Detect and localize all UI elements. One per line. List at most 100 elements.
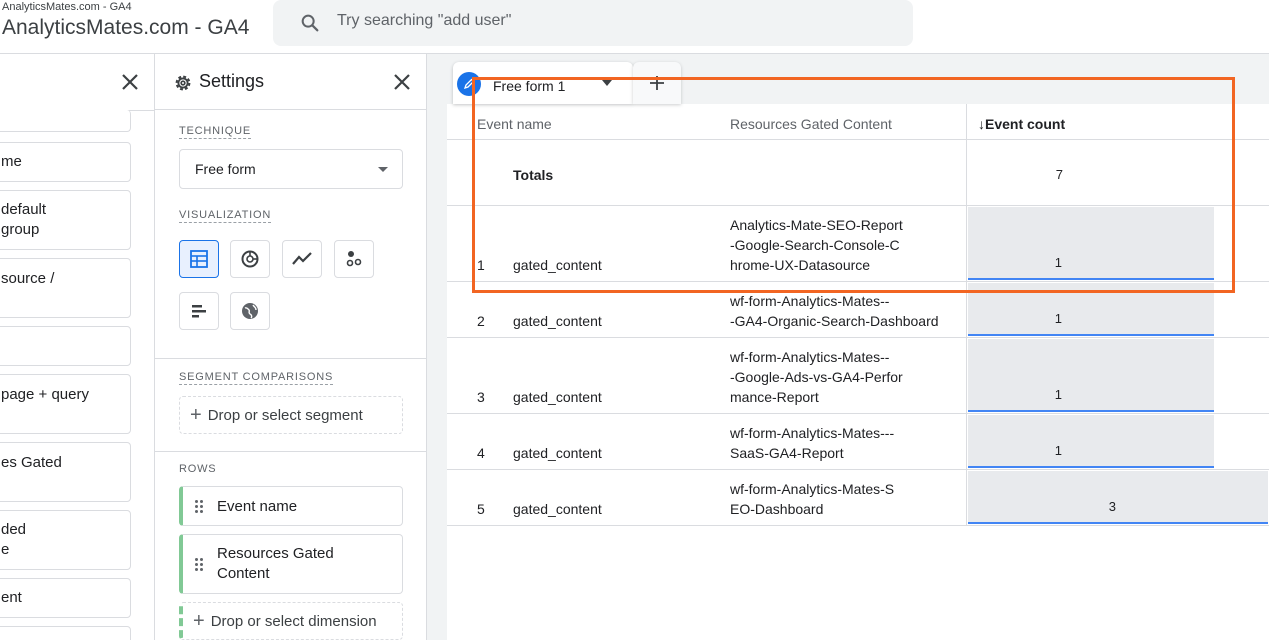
rows-label: ROWS — [179, 463, 217, 475]
resource-cell[interactable]: wf-form-Analytics-Mates-S EO-Dashboard — [730, 479, 910, 519]
segment-comparisons-label: SEGMENT COMPARISONS — [179, 371, 334, 385]
dimension-chip[interactable]: default group — [0, 190, 131, 250]
event-name-cell[interactable]: gated_content — [513, 311, 602, 331]
scatter-plot-icon — [346, 251, 362, 267]
column-header-event-count[interactable]: ↓Event count — [978, 116, 1065, 132]
search-input[interactable] — [337, 0, 877, 42]
scatter-viz-button[interactable] — [334, 240, 374, 278]
event-name-cell[interactable]: gated_content — [513, 387, 602, 407]
row-divider — [447, 337, 1269, 338]
sort-arrow-icon: ↓ — [978, 116, 985, 132]
row-divider — [447, 205, 1269, 206]
row-chip-event-name[interactable]: Event name — [179, 486, 403, 526]
column-header-resources-gated-content[interactable]: Resources Gated Content — [730, 116, 892, 132]
settings-title: Settings — [199, 71, 265, 91]
resource-cell[interactable]: Analytics-Mate-SEO-Report -Google-Search… — [730, 215, 910, 275]
bar-chart-icon — [192, 305, 206, 318]
event-count-value: 3 — [1108, 499, 1116, 514]
row-index: 3 — [477, 389, 485, 405]
row-index: 5 — [477, 501, 485, 517]
variables-panel: me default group source / page + query e… — [0, 54, 155, 640]
line-viz-button[interactable] — [282, 240, 322, 278]
tab-free-form-1[interactable]: Free form 1 — [453, 62, 633, 104]
row-divider — [447, 525, 1269, 526]
close-icon[interactable] — [390, 70, 414, 94]
row-chip-resources-gated-content[interactable]: Resources Gated Content — [179, 534, 403, 594]
column-header-event-name[interactable]: Event name — [477, 116, 552, 132]
column-divider — [966, 104, 967, 526]
drag-handle-icon[interactable] — [195, 557, 207, 571]
row-index: 4 — [477, 445, 485, 461]
totals-value: 7 — [1055, 167, 1063, 182]
row-divider — [447, 139, 1269, 140]
globe-icon — [242, 303, 258, 319]
row-divider — [447, 469, 1269, 470]
event-count-value: 1 — [1054, 443, 1062, 458]
section-divider — [155, 358, 426, 359]
event-count-cell[interactable]: 1 — [968, 339, 1214, 412]
gear-icon — [175, 75, 191, 91]
dimension-chip[interactable]: source / — [0, 258, 131, 318]
column-header-label: Event count — [985, 116, 1066, 132]
tab-label: Free form 1 — [493, 78, 566, 94]
resource-cell[interactable]: wf-form-Analytics-Mates-- -GA4-Organic-S… — [730, 291, 940, 331]
plus-icon — [650, 76, 664, 90]
property-title[interactable]: AnalyticsMates.com - GA4 — [2, 16, 249, 40]
caret-down-icon[interactable] — [602, 80, 612, 86]
row-chip-label: Event name — [217, 497, 298, 515]
resource-cell[interactable]: wf-form-Analytics-Mates--- SaaS-GA4-Repo… — [730, 423, 910, 463]
drag-handle-icon[interactable] — [195, 499, 207, 513]
pencil-icon — [457, 72, 481, 96]
resource-cell[interactable]: wf-form-Analytics-Mates-- -Google-Ads-vs… — [730, 347, 910, 407]
dimension-drop-zone[interactable]: + Drop or select dimension — [179, 602, 403, 640]
visualization-label: VISUALIZATION — [179, 209, 272, 223]
dimension-chip[interactable] — [0, 110, 131, 132]
geo-map-viz-button[interactable] — [230, 292, 270, 330]
row-divider — [447, 281, 1269, 282]
settings-panel: Settings TECHNIQUE Free form VISUALIZATI… — [155, 54, 427, 640]
plus-icon: + — [193, 610, 205, 632]
event-count-cell[interactable]: 1 — [968, 283, 1214, 336]
search-icon — [301, 14, 319, 32]
chevron-down-icon — [378, 167, 388, 172]
bar-viz-button[interactable] — [179, 292, 219, 330]
segment-drop-label: Drop or select segment — [207, 406, 363, 424]
event-name-cell[interactable]: gated_content — [513, 443, 602, 463]
table-viz-button[interactable] — [179, 240, 219, 278]
close-icon[interactable] — [118, 70, 142, 94]
event-count-cell[interactable]: 1 — [968, 207, 1214, 280]
technique-value: Free form — [195, 161, 256, 177]
row-index: 1 — [477, 257, 485, 273]
event-count-value: 1 — [1054, 311, 1062, 326]
event-name-cell[interactable]: gated_content — [513, 499, 602, 519]
plus-icon: + — [190, 404, 202, 426]
dimension-drop-label: Drop or select dimension — [210, 612, 377, 630]
search-bar[interactable] — [273, 0, 913, 46]
section-divider — [155, 451, 426, 452]
event-count-cell[interactable]: 3 — [968, 471, 1268, 524]
event-count-value: 1 — [1054, 387, 1062, 402]
dimension-chip[interactable]: page + query — [0, 374, 131, 434]
event-name-cell[interactable]: gated_content — [513, 255, 602, 275]
add-tab-button[interactable] — [633, 62, 681, 104]
technique-label: TECHNIQUE — [179, 125, 251, 139]
dimension-chip[interactable]: ded e — [0, 510, 131, 570]
dimension-chip[interactable]: es Gated — [0, 442, 131, 502]
window-caption: AnalyticsMates.com - GA4 — [2, 1, 132, 13]
totals-label: Totals — [513, 167, 554, 183]
settings-header: Settings — [155, 54, 426, 110]
dimension-chip[interactable] — [0, 326, 131, 366]
row-chip-label: Resources Gated Content — [217, 545, 334, 582]
event-count-value: 1 — [1054, 255, 1062, 270]
segment-drop-zone[interactable]: + Drop or select segment — [179, 396, 403, 434]
technique-dropdown[interactable]: Free form — [179, 149, 403, 189]
donut-viz-button[interactable] — [230, 240, 270, 278]
line-chart-icon — [292, 252, 312, 265]
donut-chart-icon — [241, 250, 259, 268]
event-count-cell[interactable]: 1 — [968, 415, 1214, 468]
table-icon — [190, 250, 208, 268]
dimension-chip[interactable]: me — [0, 142, 131, 182]
dimension-chip[interactable] — [0, 626, 131, 640]
row-divider — [447, 413, 1269, 414]
dimension-chip[interactable]: ent — [0, 578, 131, 618]
